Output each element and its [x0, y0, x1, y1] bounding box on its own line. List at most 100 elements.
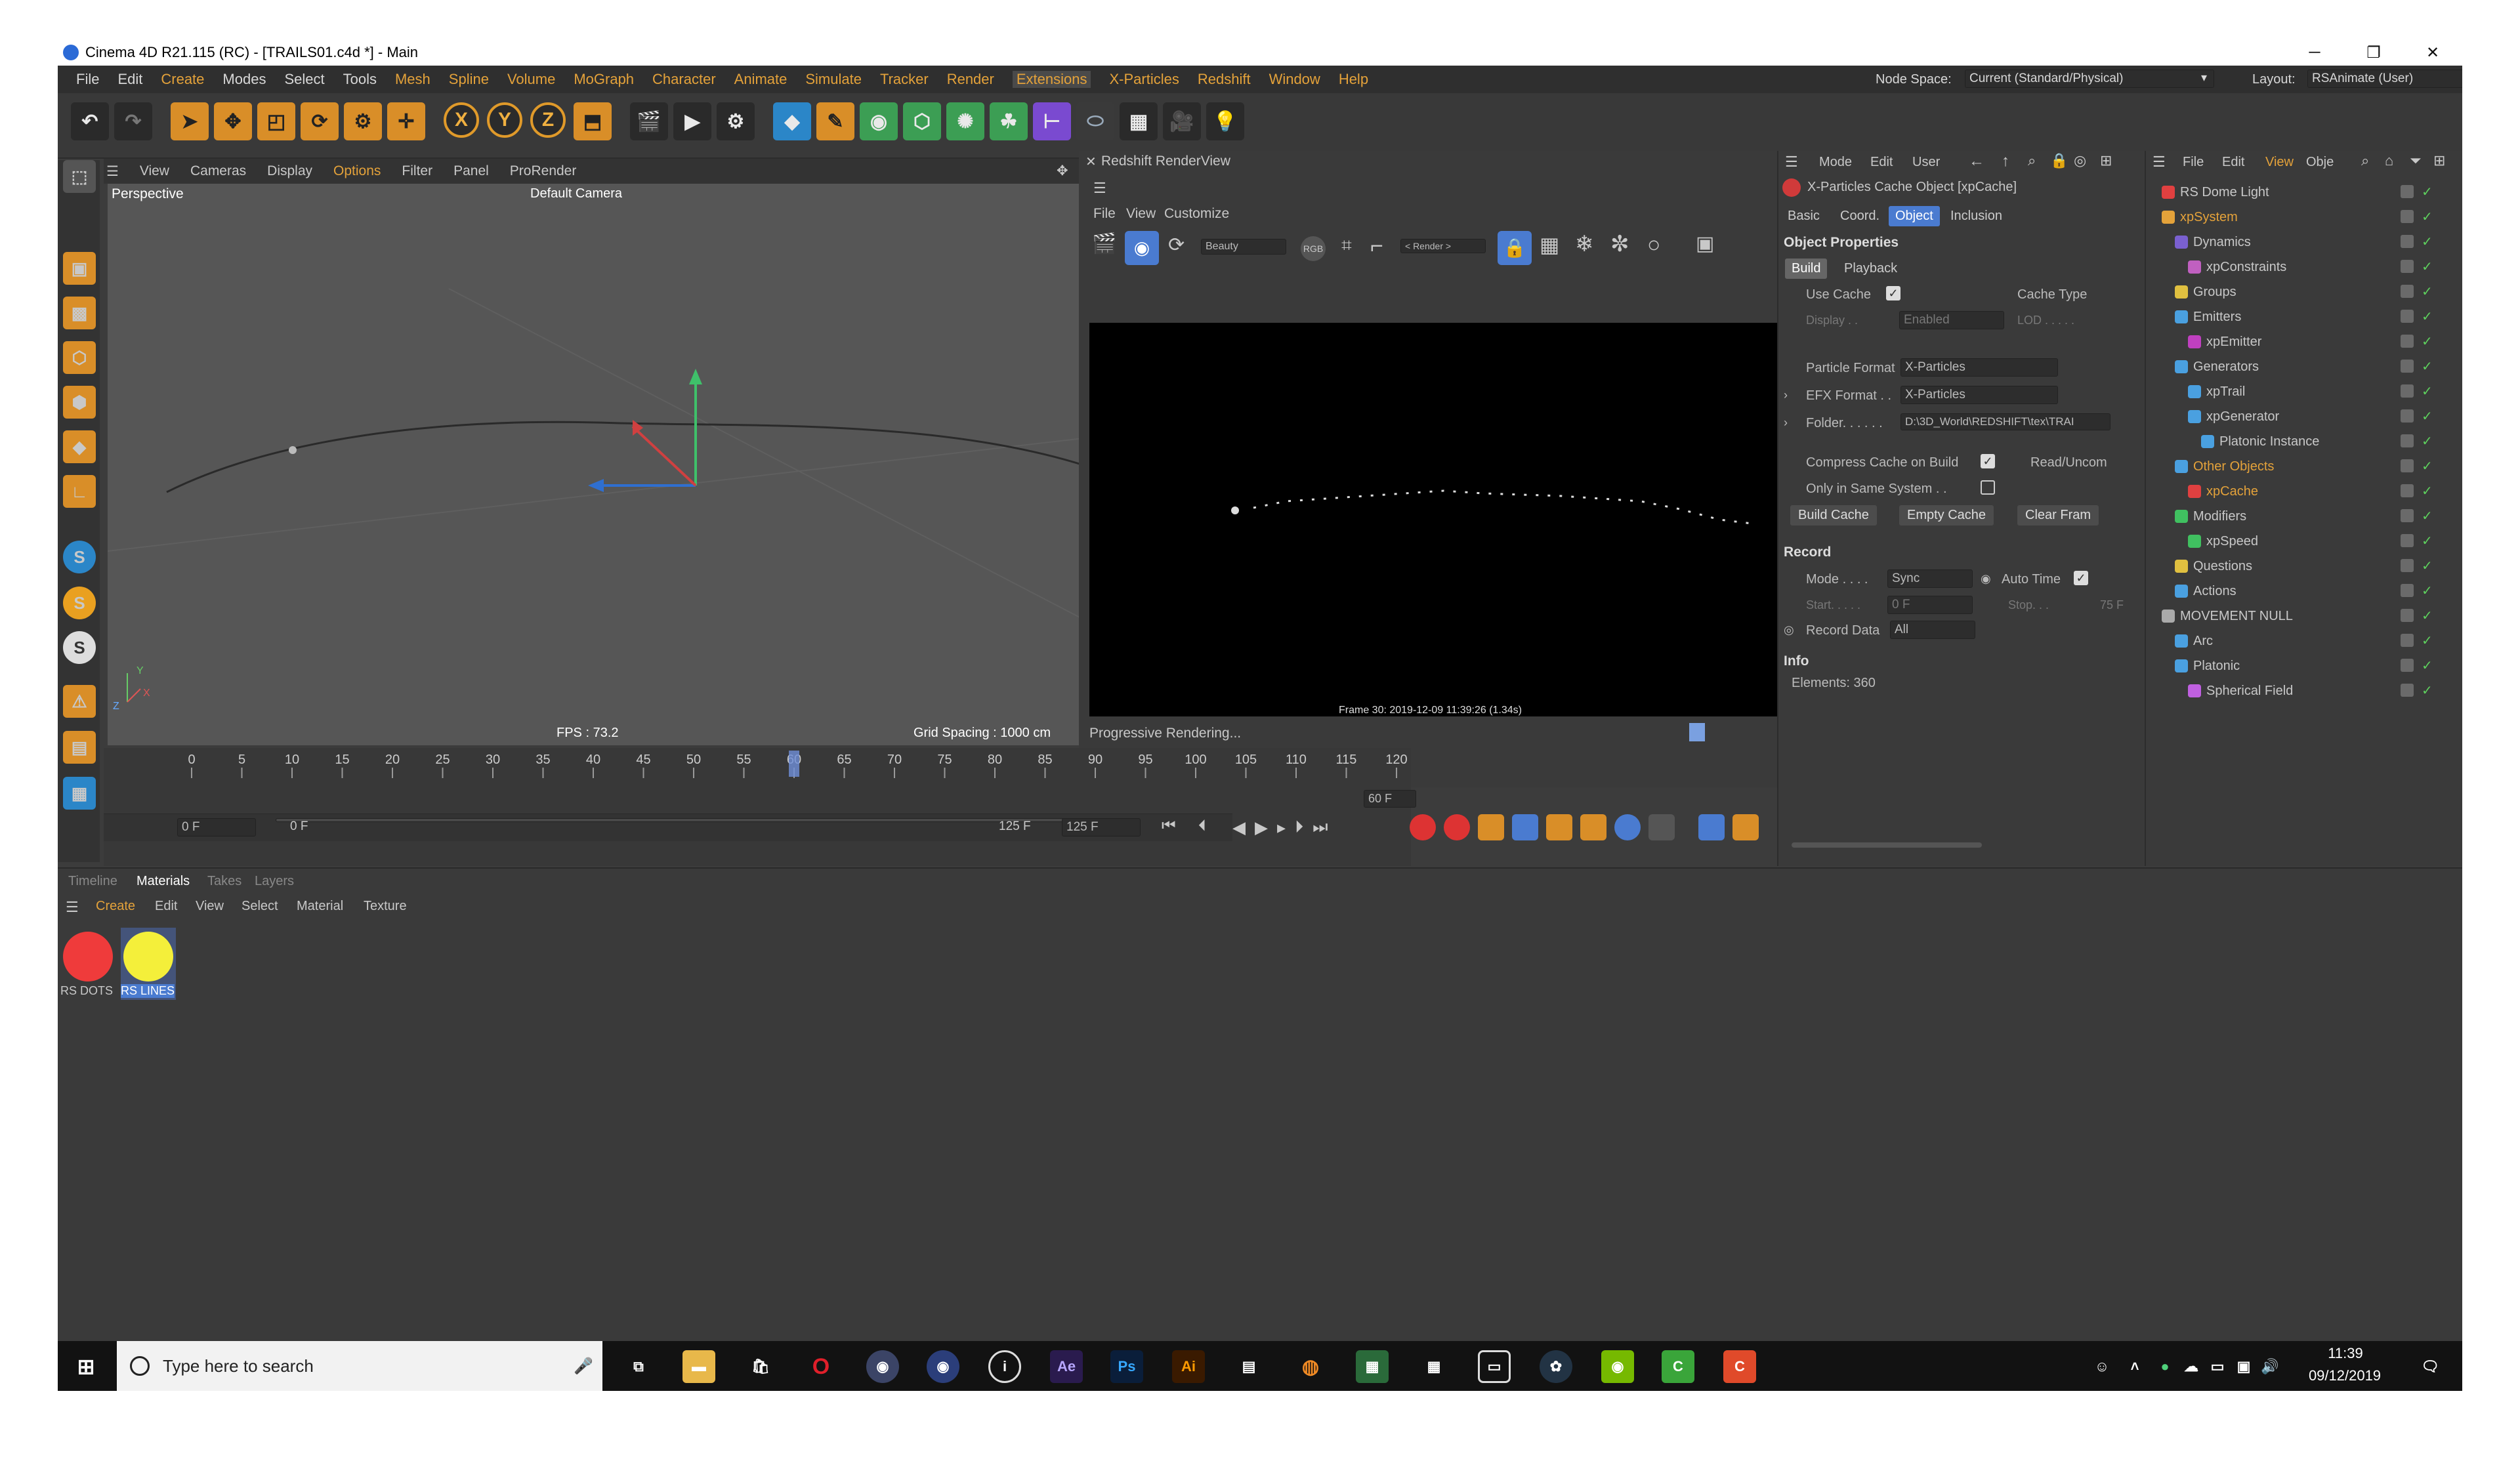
subtab-build[interactable]: Build — [1785, 258, 1828, 279]
enabled-check-icon[interactable]: ✓ — [2422, 433, 2433, 449]
object-row[interactable]: xpEmitter ✓ — [2146, 329, 2462, 354]
vp-menu-prorender[interactable]: ProRender — [510, 163, 577, 179]
menu-help[interactable]: Help — [1339, 71, 1368, 88]
menu-mesh[interactable]: Mesh — [395, 71, 430, 88]
enabled-check-icon[interactable]: ✓ — [2422, 682, 2433, 699]
lock-icon[interactable]: 🔒 — [2050, 152, 2068, 169]
use-cache-checkbox[interactable]: ✓ — [1886, 286, 1900, 300]
enabled-check-icon[interactable]: ✓ — [2422, 483, 2433, 499]
object-row[interactable]: xpSystem ✓ — [2146, 205, 2462, 230]
object-row[interactable]: xpGenerator ✓ — [2146, 404, 2462, 429]
menu-volume[interactable]: Volume — [507, 71, 555, 88]
green-app-icon[interactable]: C — [1662, 1350, 1694, 1383]
particle-format-select[interactable]: X-Particles — [1900, 358, 2058, 377]
refresh-icon[interactable]: ⟳ — [1168, 234, 1185, 257]
enabled-check-icon[interactable]: ✓ — [2422, 608, 2433, 624]
search-icon[interactable]: ⌕ — [2361, 152, 2369, 169]
menu-modes[interactable]: Modes — [222, 71, 266, 88]
world-axis-icon[interactable]: ✛ — [387, 102, 425, 140]
go-to-end-icon[interactable]: ⏭ — [1312, 817, 1328, 838]
z-axis-lock-icon[interactable]: Z — [530, 102, 566, 138]
make-editable-icon[interactable]: ⬚ — [63, 160, 96, 193]
enabled-check-icon[interactable]: ✓ — [2422, 458, 2433, 474]
om-menu-file[interactable]: File — [2183, 155, 2204, 170]
attr-menu-mode[interactable]: Mode — [1819, 155, 1852, 170]
x-axis-lock-icon[interactable]: X — [444, 102, 479, 138]
expand-arrow-icon[interactable]: › — [1784, 416, 1788, 430]
redo-icon[interactable]: ↷ — [114, 102, 152, 140]
enabled-check-icon[interactable]: ✓ — [2422, 383, 2433, 400]
cinema4d-alt-icon[interactable]: ◉ — [927, 1350, 959, 1383]
edit-visibility-icon[interactable] — [2401, 459, 2414, 472]
snap-settings-icon[interactable]: S — [63, 587, 96, 619]
select-arrow-icon[interactable]: ➤ — [171, 102, 209, 140]
after-effects-icon[interactable]: Ae — [1050, 1350, 1083, 1383]
timeline-ruler[interactable]: 0510152025303540455055606570758085909510… — [104, 748, 1411, 781]
record-icon[interactable] — [1410, 814, 1436, 840]
perspective-viewport[interactable]: Perspective Default Camera Y X Z FPS : 7… — [108, 184, 1129, 745]
end-frame-field[interactable]: 125 F — [1062, 818, 1141, 837]
edit-visibility-icon[interactable] — [2401, 185, 2414, 198]
menu-spline[interactable]: Spline — [449, 71, 489, 88]
tab-coord[interactable]: Coord. — [1834, 206, 1886, 226]
light-icon[interactable]: 💡 — [1206, 102, 1244, 140]
render-picture-viewer-icon[interactable]: ▶ — [673, 102, 711, 140]
blender-icon[interactable]: ◍ — [1294, 1350, 1327, 1383]
clock-date[interactable]: 09/12/2019 — [2296, 1367, 2394, 1384]
object-row[interactable]: Platonic ✓ — [2146, 653, 2462, 678]
timeline-window-icon[interactable] — [1698, 814, 1725, 840]
schedule-icon[interactable] — [1732, 814, 1759, 840]
compress-cache-checkbox[interactable]: ✓ — [1981, 454, 1995, 468]
enabled-check-icon[interactable]: ✓ — [2422, 632, 2433, 649]
minimize-button[interactable]: ─ — [2285, 39, 2344, 66]
start-frame-field[interactable]: 0 F — [177, 818, 256, 837]
davinci-icon[interactable]: ✿ — [1540, 1350, 1572, 1383]
search-box[interactable]: Type here to search 🎤 — [117, 1341, 602, 1391]
hamburger-icon[interactable]: ☰ — [66, 899, 79, 916]
target-icon[interactable]: ◎ — [2074, 152, 2086, 169]
windows-start-icon[interactable]: ⊞ — [70, 1350, 102, 1383]
store-icon[interactable]: 🛍 — [744, 1350, 777, 1383]
enabled-check-icon[interactable]: ✓ — [2422, 508, 2433, 524]
menu-render[interactable]: Render — [947, 71, 994, 88]
rv-menu-customize[interactable]: Customize — [1164, 206, 1229, 222]
radio-icon[interactable]: ◉ — [1981, 572, 1991, 586]
snowflake-icon[interactable]: ❄ — [1575, 231, 1594, 257]
generator-icon[interactable]: ⬡ — [903, 102, 941, 140]
opera-icon[interactable]: O — [805, 1350, 837, 1383]
photoshop-icon[interactable]: Ps — [1110, 1350, 1143, 1383]
coordinate-system-icon[interactable]: ⬒ — [574, 102, 612, 140]
bend-icon[interactable]: ⊢ — [1033, 102, 1071, 140]
enabled-check-icon[interactable]: ✓ — [2422, 533, 2433, 549]
snowflake-alt-icon[interactable]: ✼ — [1610, 231, 1629, 257]
position-key-icon[interactable] — [1512, 814, 1538, 840]
menu-extensions[interactable]: Extensions — [1012, 71, 1091, 88]
efx-format-select[interactable]: X-Particles — [1900, 386, 2058, 404]
mat-menu-edit[interactable]: Edit — [155, 899, 177, 914]
monitor-app-icon[interactable]: ▦ — [1356, 1350, 1389, 1383]
clapper-icon[interactable]: 🎬 — [1092, 232, 1116, 255]
polygons-mode-icon[interactable]: ◆ — [63, 430, 96, 463]
subdivision-icon[interactable]: ◉ — [860, 102, 898, 140]
hamburger-icon[interactable]: ☰ — [1785, 154, 1798, 171]
previous-key-icon[interactable]: ⏴ — [1198, 817, 1206, 835]
enabled-check-icon[interactable]: ✓ — [2422, 209, 2433, 225]
model-mode-icon[interactable]: ▣ — [63, 252, 96, 285]
previous-frame-icon[interactable]: ◀ — [1232, 817, 1246, 838]
menu-create[interactable]: Create — [161, 71, 204, 88]
enabled-check-icon[interactable]: ✓ — [2422, 358, 2433, 375]
object-row[interactable]: Groups ✓ — [2146, 279, 2462, 304]
points-mode-icon[interactable]: ⬡ — [63, 341, 96, 374]
scale-icon[interactable]: ◰ — [257, 102, 295, 140]
lock-icon[interactable]: 🔒 — [1498, 231, 1532, 265]
autokey-icon[interactable] — [1444, 814, 1470, 840]
object-row[interactable]: Platonic Instance ✓ — [2146, 429, 2462, 454]
mat-menu-view[interactable]: View — [196, 899, 224, 914]
edit-visibility-icon[interactable] — [2401, 285, 2414, 298]
calculator-icon[interactable]: ▦ — [1418, 1350, 1450, 1383]
move-view-icon[interactable]: ✥ — [1057, 163, 1068, 179]
auto-time-checkbox[interactable]: ✓ — [2074, 571, 2088, 585]
render-image[interactable]: Frame 30: 2019-12-09 11:39:26 (1.34s) — [1089, 323, 1801, 716]
object-row[interactable]: Other Objects ✓ — [2146, 454, 2462, 479]
rgb-channel-button[interactable]: RGB — [1301, 236, 1326, 261]
